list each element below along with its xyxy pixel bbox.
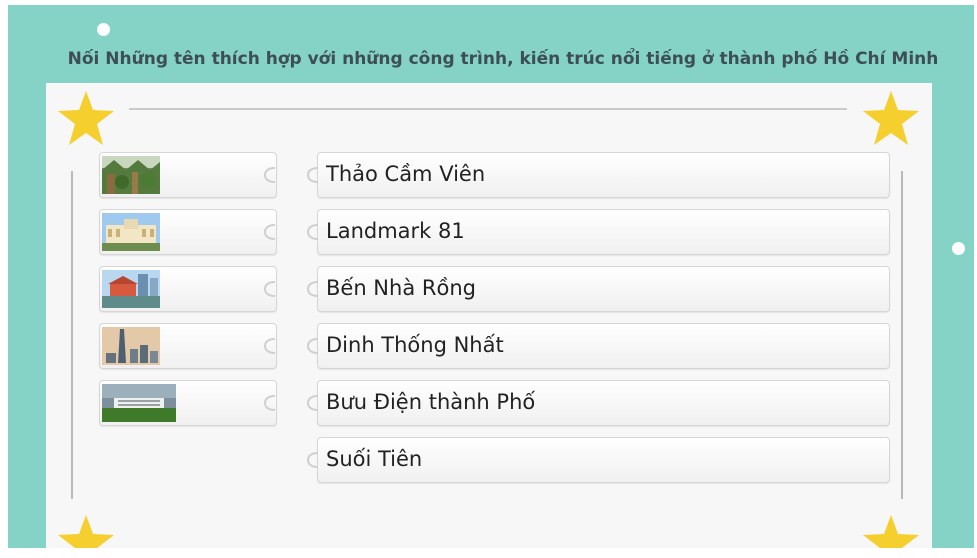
name-tile-thao-cam-vien[interactable]: Thảo Cầm Viên	[306, 152, 890, 198]
landmark-81-skyline-photo-icon	[102, 327, 160, 365]
puzzle-tab-icon	[306, 224, 319, 240]
name-tile-label: Landmark 81	[326, 219, 465, 243]
name-tile-landmark-81[interactable]: Landmark 81	[306, 209, 890, 255]
puzzle-tab-icon	[306, 338, 319, 354]
name-tile-label: Bến Nhà Rồng	[326, 276, 476, 300]
name-tile-label: Suối Tiên	[326, 447, 423, 471]
independence-palace-photo-icon	[102, 384, 176, 422]
nha-rong-wharf-photo-icon	[102, 270, 160, 308]
garden-photo-icon	[102, 156, 160, 194]
image-tile-garden[interactable]	[99, 152, 277, 198]
puzzle-notch-icon	[263, 167, 276, 183]
name-tile-suoi-tien[interactable]: Suối Tiên	[306, 437, 890, 483]
puzzle-tab-icon	[306, 452, 319, 468]
decor-dot-right	[952, 242, 965, 255]
image-tile-nha-rong-wharf[interactable]	[99, 266, 277, 312]
divider-line	[129, 108, 847, 110]
name-tile-buu-dien[interactable]: Bưu Điện thành Phố	[306, 380, 890, 426]
star-icon	[863, 515, 919, 548]
activity-frame: Nối Những tên thích hợp với những công t…	[8, 5, 974, 548]
puzzle-tab-icon	[306, 167, 319, 183]
decor-dot-top	[97, 23, 110, 36]
left-border-line	[71, 171, 73, 499]
puzzle-tab-icon	[306, 281, 319, 297]
page-title: Nối Những tên thích hợp với những công t…	[67, 49, 939, 69]
name-tile-dinh-thong-nhat[interactable]: Dinh Thống Nhất	[306, 323, 890, 369]
star-icon	[58, 515, 114, 548]
post-office-photo-icon	[102, 213, 160, 251]
name-tile-ben-nha-rong[interactable]: Bến Nhà Rồng	[306, 266, 890, 312]
puzzle-tab-icon	[306, 395, 319, 411]
image-tile-post-office[interactable]	[99, 209, 277, 255]
name-tile-label: Bưu Điện thành Phố	[326, 390, 536, 414]
name-tile-label: Thảo Cầm Viên	[326, 162, 486, 186]
puzzle-notch-icon	[263, 395, 276, 411]
right-border-line	[901, 171, 903, 499]
puzzle-notch-icon	[263, 224, 276, 240]
star-icon	[863, 91, 919, 145]
image-tile-independence-palace[interactable]	[99, 380, 277, 426]
star-icon	[58, 91, 114, 145]
image-tile-landmark-81[interactable]	[99, 323, 277, 369]
name-tile-label: Dinh Thống Nhất	[326, 333, 504, 357]
puzzle-notch-icon	[263, 338, 276, 354]
puzzle-notch-icon	[263, 281, 276, 297]
matching-board: Thảo Cầm Viên Landmark 81 Bến Nhà Rồng D…	[46, 83, 932, 548]
